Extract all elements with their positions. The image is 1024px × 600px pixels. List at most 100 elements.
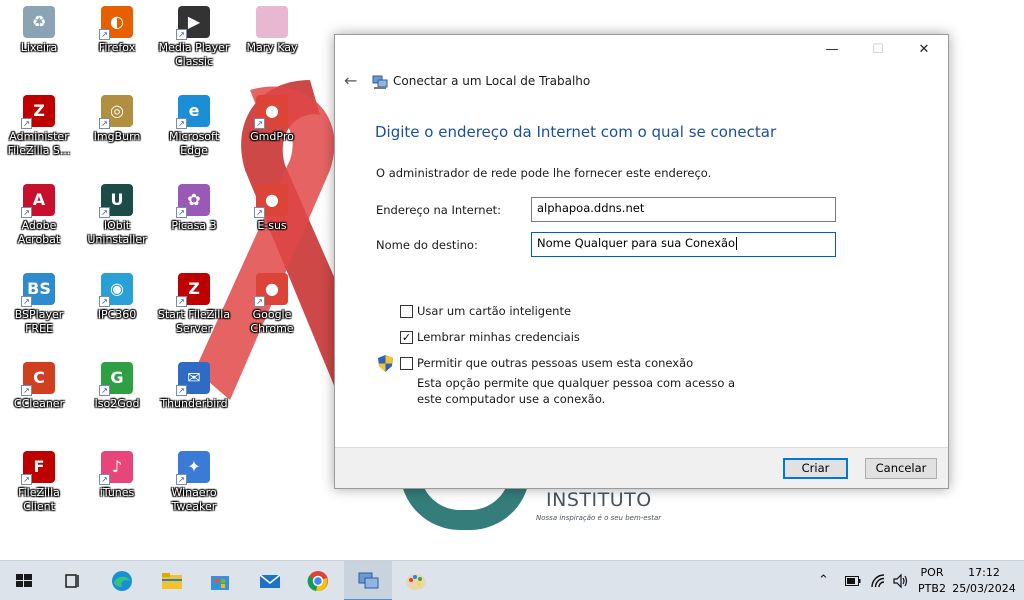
desktop-icon-itunes[interactable]: ♪ ↗ iTunes — [80, 451, 154, 500]
intro-text: O administrador de rede pode lhe fornece… — [376, 166, 712, 180]
ipc360-icon: ◉ ↗ — [99, 273, 133, 307]
desktop-icon-label: Thunderbird — [160, 397, 228, 410]
desktop-icon-edge[interactable]: e ↗ Microsoft Edge — [157, 95, 231, 158]
allow-others-checkbox[interactable] — [400, 357, 413, 370]
desktop-icon-filezilla-server[interactable]: Z ↗ Administer FileZilla S... — [2, 95, 76, 158]
taskbar-chrome[interactable] — [294, 561, 342, 600]
task-view-button[interactable] — [48, 561, 96, 600]
shortcut-arrow-icon: ↗ — [21, 296, 32, 307]
battery-icon[interactable] — [845, 575, 861, 587]
filezilla-server-icon: Z ↗ — [21, 95, 55, 129]
shortcut-arrow-icon: ↗ — [99, 385, 110, 396]
taskbar-edge[interactable] — [98, 561, 146, 600]
chevron-up-icon[interactable]: ⌃ — [818, 573, 829, 600]
desktop-icon-label: Iso2God — [94, 397, 140, 410]
thunderbird-icon: ✉ ↗ — [176, 362, 210, 396]
desktop-icon-media-player-classic[interactable]: ▶ ↗ Media Player Classic — [157, 6, 231, 69]
shortcut-arrow-icon: ↗ — [99, 207, 110, 218]
page-heading: Digite o endereço da Internet com o qual… — [375, 123, 777, 141]
taskbar: ⌃ POR PTB2 17:12 25/03/2024 — [0, 560, 1024, 600]
desktop-icon-picasa[interactable]: ✿ ↗ Picasa 3 — [157, 184, 231, 233]
back-arrow-icon[interactable]: ← — [344, 71, 357, 90]
desktop-icon-label: E-sus — [257, 219, 287, 232]
windows-start-icon — [16, 574, 32, 587]
desktop-icon-label: Google Chrome — [250, 308, 294, 335]
imgburn-icon: ◎ ↗ — [99, 95, 133, 129]
desktop-icon-chrome[interactable]: ● ↗ GmdPro — [235, 95, 309, 144]
institute-brand-text: INSTITUTO — [546, 489, 652, 511]
desktop-icon-label: FileZilla Client — [18, 486, 60, 513]
desktop-icon-chrome[interactable]: ● ↗ E-sus — [235, 184, 309, 233]
dialog-title: Conectar a um Local de Trabalho — [393, 74, 591, 88]
allow-others-help-text: Esta opção permite que qualquer pessoa c… — [417, 376, 736, 406]
minimize-button[interactable]: — — [809, 35, 855, 65]
taskbar-mail[interactable] — [246, 561, 294, 600]
taskbar-file-explorer[interactable] — [148, 561, 196, 600]
address-input[interactable]: alphapoa.ddns.net — [531, 197, 836, 222]
address-label: Endereço na Internet: — [376, 203, 502, 217]
desktop-icon-recycle-bin[interactable]: ♻ Lixeira — [2, 6, 76, 55]
desktop-icon-label: Firefox — [98, 41, 136, 54]
desktop-icon-label: Microsoft Edge — [168, 130, 220, 157]
desktop-icon-label: ImgBurn — [93, 130, 141, 143]
smart-card-checkbox[interactable] — [400, 305, 413, 318]
microsoft-store-icon — [211, 576, 229, 590]
shortcut-arrow-icon: ↗ — [176, 118, 187, 129]
desktop-icon-firefox[interactable]: ◐ ↗ Firefox — [80, 6, 154, 55]
desktop-icon-iso2god[interactable]: G ↗ Iso2God — [80, 362, 154, 411]
chrome-icon: ● ↗ — [254, 184, 288, 218]
uac-shield-icon — [378, 355, 393, 372]
winaero-tweaker-icon: ✦ ↗ — [176, 451, 210, 485]
shortcut-arrow-icon: ↗ — [254, 118, 265, 129]
taskbar-connect-workplace[interactable] — [344, 561, 392, 600]
desktop-icon-label: IObit Uninstaller — [87, 219, 147, 246]
desktop-icon-filezilla-server[interactable]: Z ↗ Start FileZilla Server — [157, 273, 231, 336]
desktop-icon-label: Picasa 3 — [171, 219, 217, 232]
volume-icon[interactable] — [892, 573, 908, 589]
desktop-icon-imgburn[interactable]: ◎ ↗ ImgBurn — [80, 95, 154, 144]
chrome-icon — [307, 571, 328, 592]
desktop-icon-ipc360[interactable]: ◉ ↗ IPC360 — [80, 273, 154, 322]
desktop-icon-iobit-uninstaller[interactable]: U ↗ IObit Uninstaller — [80, 184, 154, 247]
desktop-icon-label: Winaero Tweaker — [171, 486, 217, 513]
taskbar-store[interactable] — [196, 561, 244, 600]
shortcut-arrow-icon: ↗ — [176, 296, 187, 307]
text-caret — [736, 237, 738, 250]
shortcut-arrow-icon: ↗ — [21, 474, 32, 485]
shortcut-arrow-icon: ↗ — [254, 207, 265, 218]
desktop-icon-filezilla-client[interactable]: F ↗ FileZilla Client — [2, 451, 76, 514]
network-connection-icon — [358, 572, 379, 589]
edge-icon — [112, 571, 132, 591]
desktop-icon-label: Lixeira — [20, 41, 58, 54]
close-button[interactable]: ✕ — [901, 35, 947, 65]
acrobat-icon: A ↗ — [21, 184, 55, 218]
ccleaner-icon: C ↗ — [21, 362, 55, 396]
maximize-button[interactable]: ☐ — [855, 35, 901, 65]
desktop-icon-bsplayer[interactable]: BS ↗ BSPlayer FREE — [2, 273, 76, 336]
desktop-icon-ccleaner[interactable]: C ↗ CCleaner — [2, 362, 76, 411]
shortcut-arrow-icon: ↗ — [99, 296, 110, 307]
clock[interactable]: 17:12 25/03/2024 — [952, 565, 1016, 597]
create-button[interactable]: Criar — [783, 458, 848, 479]
desktop-icon-winaero-tweaker[interactable]: ✦ ↗ Winaero Tweaker — [157, 451, 231, 514]
desktop-icon-label: Mary Kay — [246, 41, 298, 54]
taskbar-paint[interactable] — [392, 561, 440, 600]
input-language-indicator[interactable]: POR PTB2 — [914, 565, 950, 597]
desktop-icon-label: Administer FileZilla S... — [7, 130, 71, 157]
wifi-icon[interactable] — [870, 573, 886, 589]
destination-input[interactable]: Nome Qualquer para sua Conexão — [531, 232, 836, 257]
cancel-button[interactable]: Cancelar — [865, 458, 937, 479]
shortcut-arrow-icon: ↗ — [99, 118, 110, 129]
recycle-bin-icon: ♻ — [23, 6, 55, 38]
desktop-icon-acrobat[interactable]: A ↗ Adobe Acrobat — [2, 184, 76, 247]
shortcut-arrow-icon: ↗ — [176, 385, 187, 396]
desktop-icon-chrome[interactable]: ● ↗ Google Chrome — [235, 273, 309, 336]
desktop-icon-label: Start FileZilla Server — [157, 308, 231, 335]
desktop-icon-folder[interactable]: Mary Kay — [235, 6, 309, 55]
shortcut-arrow-icon: ↗ — [99, 474, 110, 485]
remember-credentials-checkbox[interactable]: ✓ — [400, 331, 413, 344]
start-button[interactable] — [0, 561, 48, 600]
shortcut-arrow-icon: ↗ — [21, 207, 32, 218]
firefox-icon: ◐ ↗ — [99, 6, 133, 40]
desktop-icon-thunderbird[interactable]: ✉ ↗ Thunderbird — [157, 362, 231, 411]
